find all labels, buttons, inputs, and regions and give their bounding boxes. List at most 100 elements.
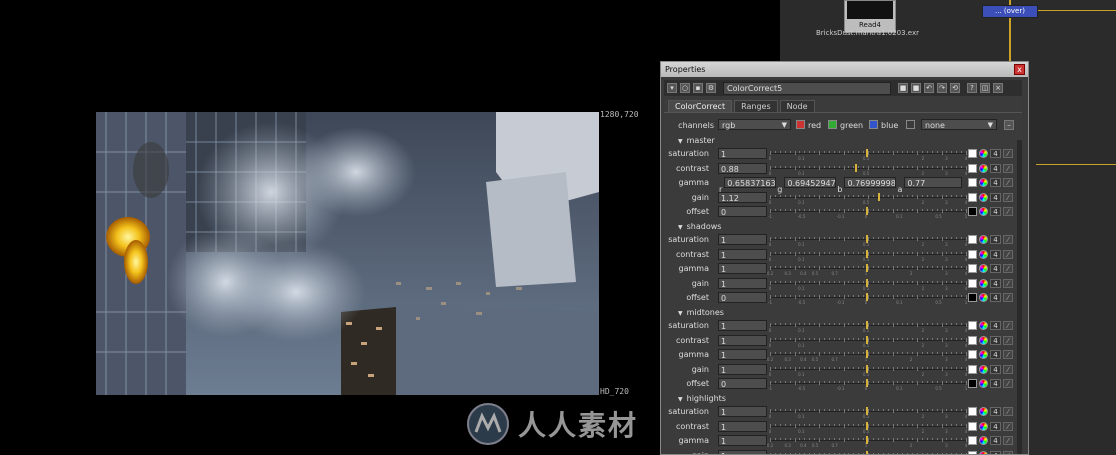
- slider-knob[interactable]: [866, 421, 869, 430]
- channel-count-button[interactable]: 4: [990, 278, 1001, 288]
- collapse-triangle-icon[interactable]: ▼: [678, 396, 683, 403]
- saturation-slider[interactable]: 0 0.1 0.5 2 3 4: [769, 321, 967, 333]
- contrast-slider[interactable]: 0 0.1 0.5 2 3 4: [769, 163, 967, 176]
- gamma-slider[interactable]: 0.2 0.3 0.4 0.5 0.7 1 2 3 4: [767, 350, 967, 362]
- slider-knob[interactable]: [866, 335, 869, 344]
- gain-field[interactable]: 1.12: [718, 191, 767, 203]
- contrast-field[interactable]: 1: [718, 334, 767, 346]
- saturation-slider[interactable]: 0 0.1 0.5 2 3 4: [769, 407, 967, 419]
- properties-titlebar[interactable]: Properties x: [661, 62, 1028, 77]
- channel-count-button[interactable]: 4: [990, 149, 1001, 158]
- slider-knob[interactable]: [866, 450, 869, 454]
- collapse-triangle-icon[interactable]: ▼: [678, 310, 683, 317]
- contrast-slider[interactable]: 0 0.1 0.5 2 3 4: [769, 335, 967, 348]
- slider-knob[interactable]: [866, 293, 869, 302]
- saturation-field[interactable]: 1: [718, 148, 767, 159]
- slider-knob[interactable]: [866, 278, 869, 287]
- channel-count-button[interactable]: 4: [990, 335, 1001, 345]
- alpha-channel-dropdown[interactable]: none ▼: [921, 119, 997, 130]
- offset-slider[interactable]: -1 -0.5 -0.1 0 0.1 0.5 1: [768, 379, 967, 391]
- color-swatch-icon[interactable]: [968, 278, 977, 288]
- merge-node[interactable]: ... (over): [982, 5, 1038, 18]
- saturation-field[interactable]: 1: [718, 234, 767, 245]
- group-midtones[interactable]: ▼ midtones: [678, 308, 724, 317]
- color-swatch-icon[interactable]: [968, 335, 977, 345]
- channel-alpha-checkbox[interactable]: [906, 120, 918, 130]
- channel-red-checkbox[interactable]: red: [796, 120, 821, 130]
- animation-curve-icon[interactable]: ⁄: [1003, 321, 1013, 330]
- color-wheel-icon[interactable]: [979, 436, 988, 446]
- slider-knob[interactable]: [866, 350, 869, 359]
- color-wheel-icon[interactable]: [979, 264, 988, 274]
- group-shadows[interactable]: ▼ shadows: [678, 222, 721, 231]
- color-wheel-icon[interactable]: [979, 163, 988, 173]
- animation-curve-icon[interactable]: ⁄: [1003, 335, 1013, 345]
- animation-curve-icon[interactable]: ⁄: [1003, 249, 1013, 259]
- color-swatch-icon[interactable]: [968, 192, 977, 202]
- animation-curve-icon[interactable]: ⁄: [1003, 421, 1013, 431]
- channel-green-checkbox[interactable]: green: [828, 120, 863, 130]
- channel-count-button[interactable]: 4: [990, 192, 1001, 202]
- animation-curve-icon[interactable]: ⁄: [1003, 264, 1013, 274]
- redo-icon[interactable]: ↷: [937, 83, 947, 93]
- color-wheel-icon[interactable]: [979, 379, 988, 389]
- close-node-icon[interactable]: ×: [993, 83, 1003, 93]
- animation-curve-icon[interactable]: ⁄: [1003, 149, 1013, 158]
- collapse-icon[interactable]: ▾: [667, 83, 677, 93]
- color-swatch-icon[interactable]: [968, 321, 977, 330]
- color-swatch-icon[interactable]: [968, 364, 977, 374]
- channel-count-button[interactable]: 4: [990, 450, 1001, 454]
- animation-curve-icon[interactable]: ⁄: [1003, 178, 1013, 188]
- tab-colorcorrect[interactable]: ColorCorrect: [668, 100, 733, 112]
- slider-knob[interactable]: [866, 149, 869, 157]
- animation-curve-icon[interactable]: ⁄: [1003, 207, 1013, 217]
- channel-count-button[interactable]: 4: [990, 235, 1001, 244]
- color-wheel-icon[interactable]: [979, 235, 988, 244]
- channel-count-button[interactable]: 4: [990, 379, 1001, 389]
- animation-curve-icon[interactable]: ⁄: [1003, 350, 1013, 360]
- color-swatch-icon[interactable]: [968, 379, 977, 389]
- color-swatch-icon[interactable]: [968, 163, 977, 173]
- color-wheel-icon[interactable]: [979, 293, 988, 303]
- color-swatch-icon[interactable]: [968, 264, 977, 274]
- color-wheel-icon[interactable]: [979, 207, 988, 217]
- color-wheel-icon[interactable]: [979, 278, 988, 288]
- help-icon[interactable]: ?: [967, 83, 977, 93]
- color-swatch-icon[interactable]: [968, 207, 977, 217]
- gamma-g-field[interactable]: 0.69452947: [784, 177, 837, 189]
- revert-icon[interactable]: ⟲: [950, 83, 960, 93]
- slider-knob[interactable]: [866, 436, 869, 445]
- color-icon[interactable]: ▪: [693, 83, 703, 93]
- gamma-a-field[interactable]: 0.77: [904, 177, 963, 189]
- contrast-slider[interactable]: 0 0.1 0.5 2 3 4: [769, 421, 967, 434]
- saturation-slider[interactable]: 0 0.1 0.5 2 3 4: [769, 149, 967, 161]
- slider-knob[interactable]: [866, 235, 869, 243]
- color-swatch-icon[interactable]: [968, 436, 977, 446]
- animation-curve-icon[interactable]: ⁄: [1003, 235, 1013, 244]
- animation-curve-icon[interactable]: ⁄: [1003, 163, 1013, 173]
- color-swatch-icon[interactable]: [968, 421, 977, 431]
- gain-field[interactable]: 1: [718, 277, 767, 289]
- color-wheel-icon[interactable]: [979, 350, 988, 360]
- channel-count-button[interactable]: 4: [990, 321, 1001, 330]
- color-wheel-icon[interactable]: [979, 321, 988, 330]
- offset-field[interactable]: 0: [718, 292, 767, 304]
- color-swatch-icon[interactable]: [968, 350, 977, 360]
- offset-field[interactable]: 0: [718, 206, 767, 218]
- channel-count-button[interactable]: 4: [990, 436, 1001, 446]
- channel-count-button[interactable]: 4: [990, 421, 1001, 431]
- saturation-slider[interactable]: 0 0.1 0.5 2 3 4: [769, 235, 967, 247]
- gain-slider[interactable]: 0 0.1 0.5 2 3 4: [769, 192, 967, 205]
- minus-button[interactable]: –: [1004, 120, 1014, 130]
- color-swatch-icon[interactable]: [968, 407, 977, 416]
- channel-count-button[interactable]: 4: [990, 293, 1001, 303]
- slider-knob[interactable]: [866, 264, 869, 273]
- slider-knob[interactable]: [866, 379, 869, 388]
- float-icon[interactable]: ◫: [980, 83, 990, 93]
- saturation-field[interactable]: 1: [718, 320, 767, 331]
- color-wheel-icon[interactable]: [979, 149, 988, 158]
- color-wheel-icon[interactable]: [979, 421, 988, 431]
- group-master[interactable]: ▼ master: [678, 136, 715, 145]
- animation-curve-icon[interactable]: ⁄: [1003, 407, 1013, 416]
- gamma-b-field[interactable]: 0.76999998: [844, 177, 897, 189]
